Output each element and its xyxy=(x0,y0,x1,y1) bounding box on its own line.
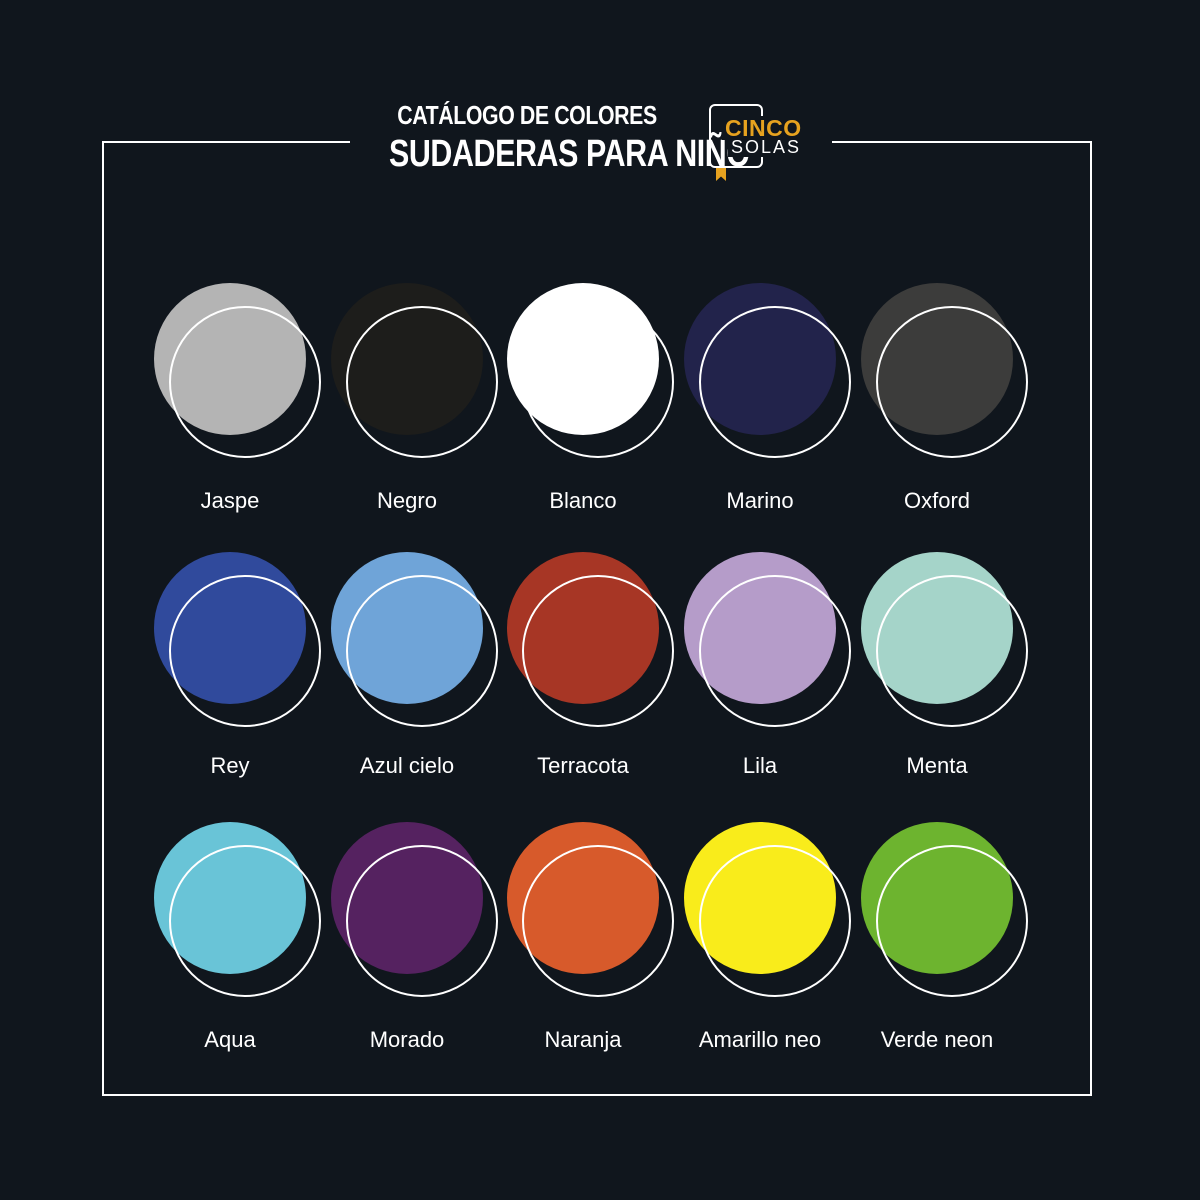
swatch-outline-circle xyxy=(522,845,674,997)
swatch-outline-circle xyxy=(169,575,321,727)
swatch-outline-circle xyxy=(169,845,321,997)
catalog-title: SUDADERAS PARA NIÑO xyxy=(389,133,750,175)
swatch-outline-circle xyxy=(876,306,1028,458)
swatch-outline-circle xyxy=(522,575,674,727)
swatch-outline-circle xyxy=(346,306,498,458)
swatch-outline-circle xyxy=(876,575,1028,727)
swatch-outline-circle xyxy=(876,845,1028,997)
swatch-label: Verde neon xyxy=(880,1027,994,1052)
swatch-label: Menta xyxy=(906,753,968,778)
swatch-label: Oxford xyxy=(903,488,971,513)
catalog-subtitle: CATÁLOGO DE COLORES xyxy=(397,100,657,130)
color-swatch xyxy=(861,552,1071,742)
color-swatch xyxy=(861,822,1071,1012)
color-swatch xyxy=(861,283,1071,473)
logo-wordmark-bottom: SOLAS xyxy=(728,137,805,157)
swatch-outline-circle xyxy=(699,845,851,997)
swatch-outline-circle xyxy=(346,575,498,727)
swatch-outline-circle xyxy=(699,306,851,458)
swatch-outline-circle xyxy=(522,306,674,458)
swatch-outline-circle xyxy=(346,845,498,997)
swatch-outline-circle xyxy=(169,306,321,458)
swatch-outline-circle xyxy=(699,575,851,727)
